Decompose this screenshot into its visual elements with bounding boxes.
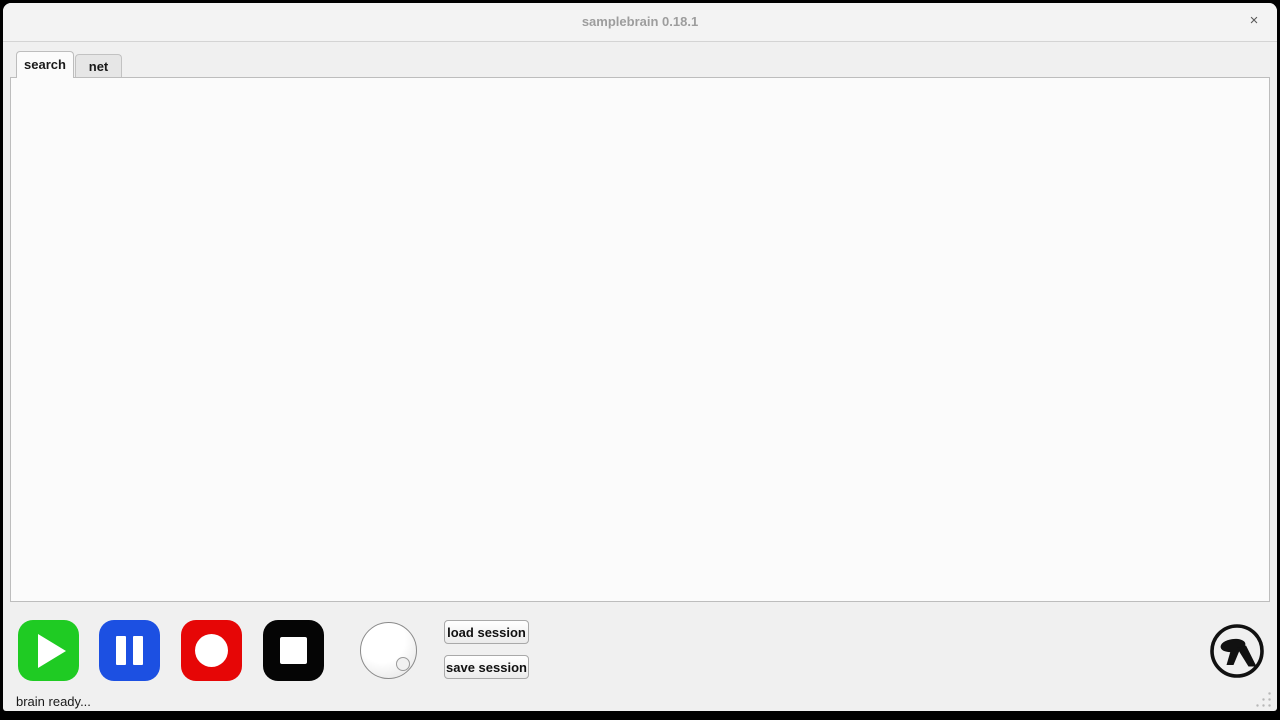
status-text: brain ready... (16, 694, 91, 709)
pause-button[interactable] (99, 620, 160, 681)
tab-net[interactable]: net (75, 54, 122, 78)
knob-indicator (396, 657, 410, 671)
record-button[interactable] (181, 620, 242, 681)
title-bar[interactable]: samplebrain 0.18.1 × (3, 3, 1277, 42)
tab-search[interactable]: search (16, 51, 74, 78)
pause-icon (116, 636, 143, 665)
stop-button[interactable] (263, 620, 324, 681)
close-icon[interactable]: × (1245, 12, 1263, 30)
desktop-background: samplebrain 0.18.1 × search net brain tw… (0, 0, 1280, 720)
samplebrain-window: samplebrain 0.18.1 × search net brain tw… (3, 3, 1277, 711)
play-icon (38, 634, 66, 668)
play-button[interactable] (18, 620, 79, 681)
aphex-twin-logo (1208, 622, 1266, 680)
record-icon (195, 634, 228, 667)
save-session-button[interactable]: save session (444, 655, 529, 679)
volume-knob[interactable] (360, 622, 417, 679)
stop-icon (280, 637, 307, 664)
resize-grip[interactable] (1255, 691, 1272, 708)
search-tab-panel (10, 77, 1270, 602)
load-session-button[interactable]: load session (444, 620, 529, 644)
window-title: samplebrain 0.18.1 (3, 14, 1277, 29)
